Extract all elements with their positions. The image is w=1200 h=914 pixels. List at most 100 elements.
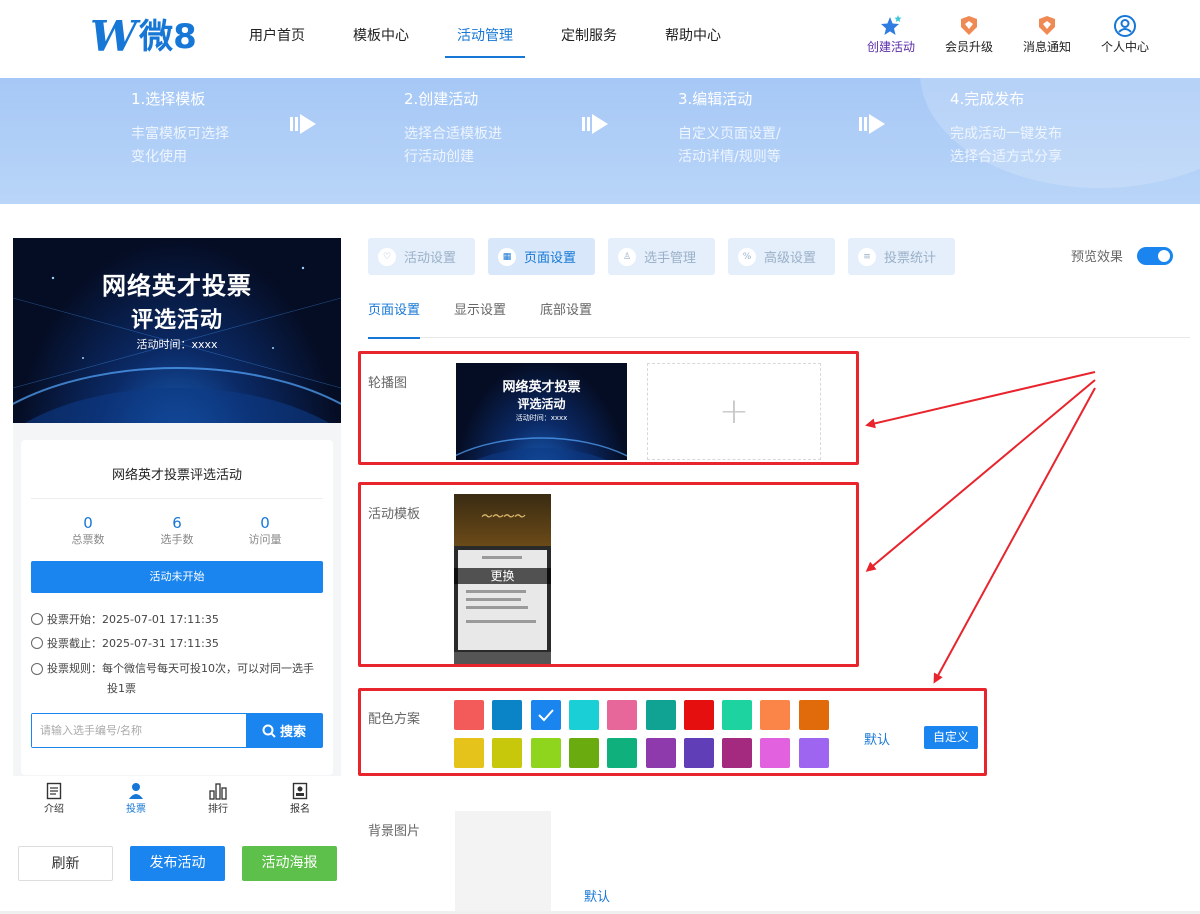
step-title: 4.完成发布 <box>950 90 1025 108</box>
template-change-button[interactable]: 更换 <box>454 568 551 584</box>
background-image-upload[interactable] <box>455 811 551 914</box>
create-activity-button[interactable]: 创建活动 <box>852 14 930 55</box>
vote-end-text: 投票截止：2025-07-31 17:11:35 <box>47 637 219 650</box>
background-default-link[interactable]: 默认 <box>584 886 610 905</box>
color-swatch[interactable] <box>798 700 829 730</box>
vote-rule-text: 投票规则：每个微信号每天可投10次，可以对同一选手 投1票 <box>47 659 314 699</box>
step-desc: 选择合适模板进 行活动创建 <box>404 123 564 169</box>
background-image-label: 背景图片 <box>368 824 421 839</box>
activity-poster-button[interactable]: 活动海报 <box>242 846 337 881</box>
user-icon <box>1086 14 1164 38</box>
publish-activity-button[interactable]: 发布活动 <box>130 846 225 881</box>
color-swatch[interactable] <box>683 738 714 768</box>
vote-start-text: 投票开始：2025-07-01 17:11:35 <box>47 613 219 626</box>
color-swatch[interactable] <box>568 738 599 768</box>
list-icon: ≡ <box>858 247 876 266</box>
stat-label: 选手数 <box>160 533 194 546</box>
stat-value: 0 <box>260 514 270 532</box>
color-custom-button[interactable]: 自定义 <box>924 726 978 749</box>
annotation-arrow <box>865 379 1096 572</box>
tab-label: 页面设置 <box>524 251 577 266</box>
subtab-page-settings[interactable]: 页面设置 <box>368 296 421 339</box>
tab-activity-settings[interactable]: ♡ 活动设置 <box>368 238 475 275</box>
color-swatch[interactable] <box>645 700 676 730</box>
search-button-label: 搜索 <box>279 725 306 740</box>
hero-time: 活动时间：xxxx <box>136 338 218 351</box>
color-swatch[interactable] <box>722 700 753 730</box>
tabbar-label: 介绍 <box>44 804 64 815</box>
template-footer-graphic <box>454 652 551 664</box>
preview-hero-banner: 网络英才投票 评选活动 活动时间：xxxx <box>13 238 341 423</box>
person-icon: ♙ <box>618 247 636 266</box>
color-swatch[interactable] <box>454 738 484 768</box>
top-header: W 微8 用户首页 模板中心 活动管理 定制服务 帮助中心 创建活动 会员升级 … <box>0 0 1200 78</box>
color-swatch[interactable] <box>607 738 638 768</box>
template-line <box>482 556 522 559</box>
add-carousel-image-button[interactable]: + <box>647 363 821 460</box>
tabbar-item-ranking[interactable]: 排行 <box>177 778 259 820</box>
subtab-display-settings[interactable]: 显示设置 <box>454 296 506 338</box>
main-nav: 用户首页 模板中心 活动管理 定制服务 帮助中心 <box>225 0 745 60</box>
color-swatch[interactable] <box>722 738 753 768</box>
tabbar-item-signup[interactable]: 报名 <box>259 778 341 820</box>
member-upgrade-button[interactable]: 会员升级 <box>930 14 1008 55</box>
search-button[interactable]: 搜索 <box>246 714 322 747</box>
color-swatch[interactable] <box>760 738 791 768</box>
notifications-button[interactable]: 消息通知 <box>1008 14 1086 55</box>
color-default-link[interactable]: 默认 <box>864 729 890 748</box>
signup-icon <box>259 778 341 800</box>
create-activity-label: 创建活动 <box>866 40 915 54</box>
nav-item-custom-service[interactable]: 定制服务 <box>537 0 641 60</box>
nav-item-activities[interactable]: 活动管理 <box>433 0 537 60</box>
nav-item-help[interactable]: 帮助中心 <box>641 0 745 60</box>
check-icon <box>537 709 554 722</box>
step-desc-line: 选择合适方式分享 <box>950 149 1062 165</box>
refresh-button[interactable]: 刷新 <box>18 846 113 881</box>
color-swatch[interactable] <box>492 738 523 768</box>
profile-button[interactable]: 个人中心 <box>1086 14 1164 55</box>
tabbar-item-intro[interactable]: 介绍 <box>13 778 95 820</box>
color-swatch[interactable] <box>645 738 676 768</box>
color-swatch[interactable] <box>760 700 791 730</box>
tabbar-item-vote[interactable]: 投票 <box>95 778 177 820</box>
nav-item-templates[interactable]: 模板中心 <box>329 0 433 60</box>
settings-subtabs: 页面设置 显示设置 底部设置 <box>368 296 1190 339</box>
template-body-graphic <box>458 550 547 650</box>
step-desc-line: 行活动创建 <box>404 149 474 165</box>
color-swatch[interactable] <box>798 738 829 768</box>
settings-tabs: ♡ 活动设置 ▦ 页面设置 ♙ 选手管理 % 高级设置 ≡ 投票统计 <box>368 238 955 275</box>
person-icon <box>95 778 177 800</box>
activity-status-button[interactable]: 活动未开始 <box>31 561 323 593</box>
clock-icon <box>31 637 43 649</box>
step-arrow-icon <box>859 114 885 134</box>
color-swatch[interactable] <box>530 738 561 768</box>
heart-icon: ♡ <box>378 247 396 266</box>
color-swatch[interactable] <box>530 700 561 730</box>
color-swatch[interactable] <box>607 700 638 730</box>
bar-chart-icon <box>177 778 259 800</box>
step-3: 3.编辑活动 自定义页面设置/ 活动详情/规则等 <box>678 88 838 169</box>
vote-start-info: 投票开始：2025-07-01 17:11:35 <box>31 611 219 627</box>
search-icon <box>262 724 276 738</box>
vote-rule-line: 投1票 <box>107 682 136 695</box>
logo[interactable]: W 微8 <box>90 14 197 60</box>
template-thumbnail[interactable]: 〜〜〜〜 更换 <box>454 494 551 664</box>
tab-contestant-management[interactable]: ♙ 选手管理 <box>608 238 715 275</box>
tab-label: 高级设置 <box>764 251 817 266</box>
subtab-footer-settings[interactable]: 底部设置 <box>540 296 592 338</box>
color-swatch[interactable] <box>568 700 599 730</box>
hero-title-line-2: 评选活动 <box>130 308 223 333</box>
color-swatch[interactable] <box>454 700 484 730</box>
color-swatch[interactable] <box>492 700 523 730</box>
tab-page-settings[interactable]: ▦ 页面设置 <box>488 238 595 275</box>
tab-advanced-settings[interactable]: % 高级设置 <box>728 238 835 275</box>
tab-vote-statistics[interactable]: ≡ 投票统计 <box>848 238 955 275</box>
search-input[interactable] <box>32 714 246 747</box>
preview-switch[interactable] <box>1137 246 1174 265</box>
nav-item-home[interactable]: 用户首页 <box>225 0 329 60</box>
stat-visits: 0 访问量 <box>215 514 315 548</box>
color-swatch[interactable] <box>683 700 714 730</box>
document-icon <box>13 778 95 800</box>
logo-w-mark: W <box>90 12 138 61</box>
carousel-image-thumbnail[interactable]: 网络英才投票 评选活动 活动时间：xxxx <box>456 363 627 460</box>
